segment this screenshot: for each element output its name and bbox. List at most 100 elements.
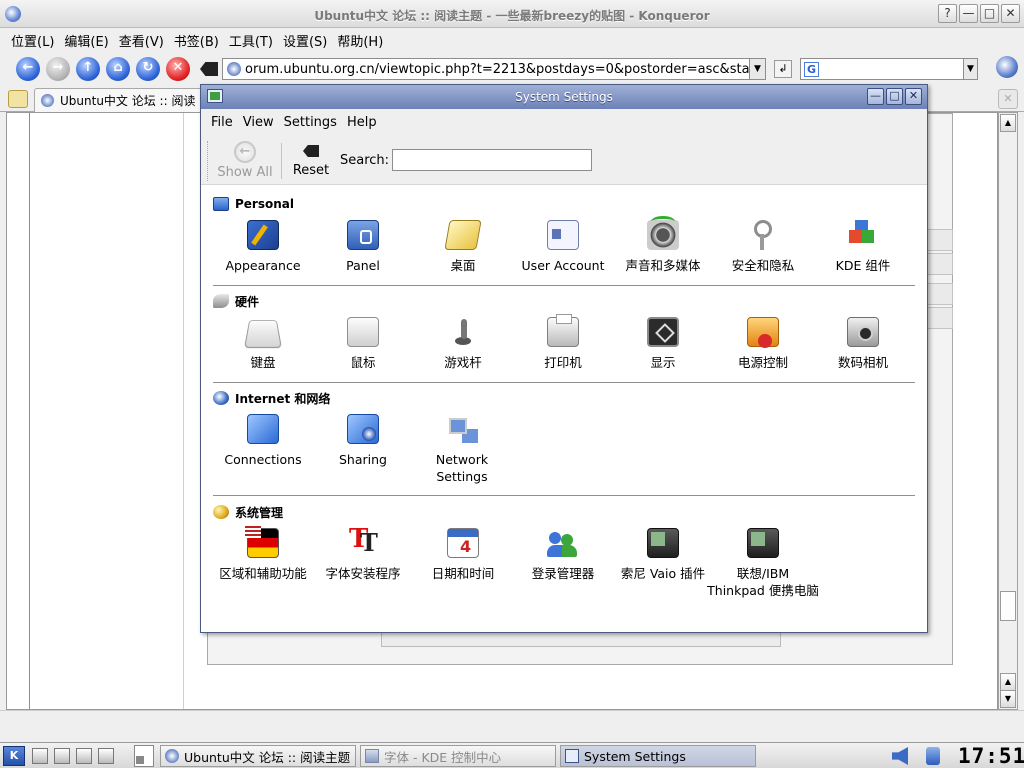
module-user-account[interactable]: User Account [513,220,613,274]
back-icon[interactable] [16,57,40,81]
task-label: Ubuntu中文 论坛 :: 阅读主题 [184,749,351,765]
module-login-manager[interactable]: 登录管理器 [513,528,613,582]
module-keyboard[interactable]: 键盘 [213,317,313,371]
up-icon[interactable] [76,57,100,81]
stop-icon[interactable] [166,57,190,81]
scroll-up-icon[interactable]: ▲ [1000,114,1016,132]
module-sharing[interactable]: Sharing [313,414,413,468]
module-desktop[interactable]: 桌面 [413,220,513,274]
scroll-down-icon[interactable]: ▼ [1000,690,1016,708]
reset-button[interactable]: Reset [289,143,333,178]
minimize-button[interactable]: — [867,88,884,105]
module-panel[interactable]: Panel [313,220,413,274]
reload-icon[interactable] [136,57,160,81]
module-sound[interactable]: 声音和多媒体 [613,216,713,274]
konqueror-toolbar: orum.ubuntu.org.cn/viewtopic.php?t=2213&… [0,52,1024,86]
location-bar[interactable]: orum.ubuntu.org.cn/viewtopic.php?t=2213&… [222,58,750,80]
scrollbar-handle[interactable] [1000,591,1016,621]
task-control-center[interactable]: 字体 - KDE 控制中心 [360,745,556,767]
module-font-installer[interactable]: 字体安装程序 [313,524,413,582]
system-tray [878,745,958,767]
menu-view[interactable]: View [238,115,279,130]
new-tab-icon[interactable] [8,90,28,108]
task-konqueror[interactable]: Ubuntu中文 论坛 :: 阅读主题 [160,745,356,767]
search-dropdown-icon[interactable]: ▼ [964,58,978,80]
search-input[interactable] [392,149,592,171]
task-system-settings[interactable]: System Settings [560,745,756,767]
forward-icon[interactable] [46,57,70,81]
module-mouse[interactable]: 鼠标 [313,317,413,371]
page-scrollbar[interactable]: ▲ ▲ ▼ [998,112,1018,710]
maximize-button[interactable]: □ [980,4,999,23]
mouse-icon [347,317,379,347]
module-label: 键盘 [250,355,276,370]
clock[interactable]: 17:51 [958,744,1024,768]
system-settings-task-icon [565,749,579,763]
module-sony-vaio[interactable]: 索尼 Vaio 插件 [613,528,713,582]
menu-file[interactable]: File [206,115,238,130]
module-connections[interactable]: Connections [213,414,313,468]
module-date-time[interactable]: 日期和时间 [413,528,513,582]
module-label: Network Settings [435,452,489,484]
section-title: Internet 和网络 [235,391,331,406]
scroll-up-icon[interactable]: ▲ [1000,673,1016,691]
module-security[interactable]: 安全和隐私 [713,220,813,274]
internet-icon [213,391,229,405]
clear-location-icon[interactable] [200,62,218,76]
module-kde-components[interactable]: KDE 组件 [813,220,913,274]
menu-settings[interactable]: 设置(S) [278,31,332,50]
menu-edit[interactable]: 编辑(E) [59,31,113,50]
system-settings-window: System Settings — □ ✕ File View Settings… [200,84,928,633]
module-printer[interactable]: 打印机 [513,314,613,371]
terminal-icon[interactable] [98,748,114,764]
reset-label: Reset [292,163,330,178]
folder-icon [213,197,229,211]
menu-help[interactable]: 帮助(H) [332,31,388,50]
minimize-button[interactable]: — [959,4,978,23]
help-button[interactable]: ? [938,4,957,23]
module-region[interactable]: 区域和辅助功能 [213,526,313,582]
go-button[interactable]: ↲ [774,60,792,78]
module-network-settings[interactable]: Network Settings [413,414,511,485]
system-settings-toolbar: Show All Reset Search: [201,135,927,185]
search-engine-icon[interactable]: G [804,61,819,77]
close-button[interactable]: ✕ [905,88,922,105]
menu-location[interactable]: 位置(L) [6,31,59,50]
volume-icon[interactable] [892,747,908,765]
home-folder-icon[interactable] [54,748,70,764]
module-label: 声音和多媒体 [625,258,701,273]
klipper-icon[interactable] [926,747,940,765]
location-dropdown-icon[interactable]: ▼ [750,58,766,80]
konqueror-titlebar[interactable]: Ubuntu中文 论坛 :: 阅读主题 - 一些最新breezy的贴图 - Ko… [0,0,1024,28]
module-thinkpad[interactable]: 联想/IBM Thinkpad 便携电脑 [707,528,819,599]
menu-bookmarks[interactable]: 书签(B) [169,31,224,50]
show-desktop-icon[interactable] [32,748,48,764]
show-all-button[interactable]: Show All [215,141,275,180]
home-icon[interactable] [106,57,130,81]
tab-forum[interactable]: Ubuntu中文 论坛 :: 阅读 [34,88,210,112]
tab-label: Ubuntu中文 论坛 :: 阅读 [60,94,196,108]
system-settings-titlebar[interactable]: System Settings — □ ✕ [201,85,927,109]
menu-settings[interactable]: Settings [279,115,342,130]
menu-view[interactable]: 查看(V) [114,31,169,50]
module-power-control[interactable]: 电源控制 [713,317,813,371]
konqueror-launcher-icon[interactable] [76,748,92,764]
module-joystick[interactable]: 游戏杆 [413,317,513,371]
k-menu-button[interactable]: K [3,746,25,766]
toolbar-handle[interactable] [207,141,209,181]
maximize-button[interactable]: □ [886,88,903,105]
system-settings-title: System Settings [515,90,613,104]
desktop-pager[interactable] [134,745,154,767]
menu-tools[interactable]: 工具(T) [224,31,278,50]
module-appearance[interactable]: Appearance [213,220,313,274]
web-search-field[interactable]: G [800,58,964,80]
close-tab-icon[interactable]: ✕ [998,89,1018,109]
module-display[interactable]: 显示 [613,317,713,371]
module-digital-camera[interactable]: 数码相机 [813,317,913,371]
module-label: Sharing [339,452,387,467]
close-button[interactable]: ✕ [1001,4,1020,23]
sound-icon [647,216,679,250]
printer-icon [547,314,579,347]
menu-help[interactable]: Help [342,115,382,130]
module-label: KDE 组件 [835,258,891,273]
